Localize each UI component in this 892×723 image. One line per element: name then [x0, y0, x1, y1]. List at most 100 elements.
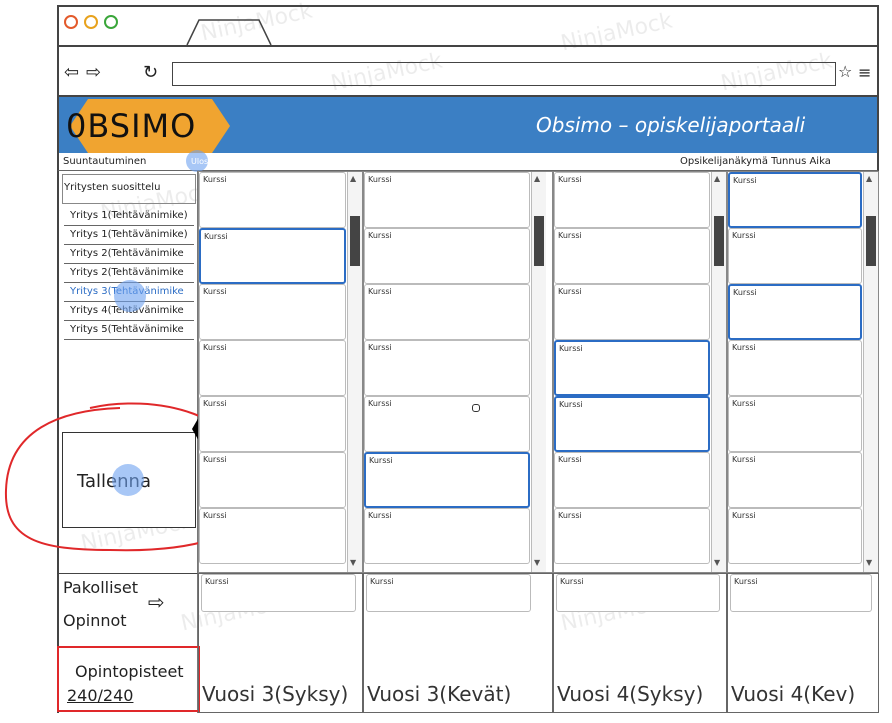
course-label: Kurssi	[558, 511, 582, 520]
scrollbar[interactable]: ▲ ▼	[531, 172, 546, 572]
browser-frame	[57, 5, 879, 45]
page-title: Obsimo – opiskelijaportaali	[536, 113, 806, 137]
course-slot[interactable]: Kurssi	[364, 340, 530, 396]
course-slot[interactable]: Kurssi	[199, 284, 346, 340]
course-slot[interactable]: Kurssi	[364, 396, 530, 452]
course-label: Kurssi	[558, 287, 582, 296]
year-label: Vuosi 4(Kev)	[731, 682, 856, 706]
course-slot[interactable]: Kurssi	[554, 508, 710, 564]
scroll-up-icon[interactable]: ▲	[714, 174, 720, 183]
scrollbar-thumb[interactable]	[350, 216, 360, 266]
course-slot[interactable]: Kurssi	[728, 284, 862, 340]
course-label: Kurssi	[203, 287, 227, 296]
scrollbar-thumb[interactable]	[866, 216, 876, 266]
recommendation-heading: Yritysten suosittelu	[64, 182, 161, 193]
course-slot[interactable]: Kurssi	[554, 284, 710, 340]
scrollbar[interactable]: ▲ ▼	[347, 172, 362, 572]
course-slot[interactable]: Kurssi	[554, 396, 710, 452]
course-label: Kurssi	[368, 175, 392, 184]
scroll-down-icon[interactable]: ▼	[350, 558, 356, 567]
credits-label: Opintopisteet	[75, 662, 184, 681]
scroll-up-icon[interactable]: ▲	[866, 174, 872, 183]
company-item[interactable]: Yritys 1(Tehtävänimike)	[64, 207, 194, 226]
course-label: Kurssi	[368, 399, 392, 408]
course-slot[interactable]: Kurssi	[199, 508, 346, 564]
company-item[interactable]: Yritys 1(Tehtävänimike)	[64, 226, 194, 245]
course-slot[interactable]: Kurssi	[199, 340, 346, 396]
course-slot[interactable]: Kurssi	[199, 228, 346, 284]
required-course-slot[interactable]: Kurssi	[556, 574, 720, 612]
course-label: Kurssi	[732, 399, 756, 408]
scroll-down-icon[interactable]: ▼	[866, 558, 872, 567]
scrollbar-thumb[interactable]	[714, 216, 724, 266]
year-label: Vuosi 3(Kevät)	[367, 682, 512, 706]
click-marker	[114, 280, 146, 312]
course-label: Kurssi	[733, 288, 757, 297]
course-slot[interactable]: Kurssi	[554, 340, 710, 396]
scroll-down-icon[interactable]: ▼	[714, 558, 720, 567]
course-slot[interactable]: Kurssi	[554, 452, 710, 508]
cursor-icon	[472, 404, 480, 412]
course-label: Kurssi	[203, 511, 227, 520]
scroll-up-icon[interactable]: ▲	[534, 174, 540, 183]
logout-link[interactable]: Ulos	[191, 157, 208, 166]
course-label: Kurssi	[204, 232, 228, 241]
company-item[interactable]: Yritys 2(Tehtävänimike	[64, 245, 194, 264]
course-label: Kurssi	[368, 287, 392, 296]
course-slot[interactable]: Kurssi	[728, 228, 862, 284]
course-slot[interactable]: Kurssi	[728, 508, 862, 564]
required-course-slot[interactable]: Kurssi	[201, 574, 356, 612]
course-slot[interactable]: Kurssi	[728, 172, 862, 228]
course-label: Kurssi	[732, 343, 756, 352]
course-slot[interactable]: Kurssi	[728, 452, 862, 508]
close-window-icon[interactable]	[64, 15, 78, 29]
course-slot[interactable]: Kurssi	[364, 452, 530, 508]
maximize-window-icon[interactable]	[104, 15, 118, 29]
course-label: Kurssi	[203, 175, 227, 184]
course-label: Kurssi	[732, 511, 756, 520]
course-label: Kurssi	[203, 343, 227, 352]
address-bar[interactable]	[172, 62, 836, 86]
reload-icon[interactable]: ↻	[143, 62, 158, 83]
scrollbar[interactable]: ▲ ▼	[863, 172, 878, 572]
scrollbar[interactable]: ▲ ▼	[711, 172, 726, 572]
course-slot[interactable]: Kurssi	[364, 172, 530, 228]
course-slot[interactable]: Kurssi	[199, 452, 346, 508]
course-label: Kurssi	[559, 344, 583, 353]
course-slot[interactable]: Kurssi	[364, 284, 530, 340]
required-course-slot[interactable]: Kurssi	[730, 574, 872, 612]
right-arrow-icon[interactable]: ⇨	[148, 590, 165, 614]
minimize-window-icon[interactable]	[84, 15, 98, 29]
course-label: Kurssi	[558, 175, 582, 184]
user-info: Opsikelijanäkymä Tunnus Aika	[680, 156, 831, 167]
year-label: Vuosi 4(Syksy)	[557, 682, 704, 706]
forward-arrow-icon[interactable]: ⇨	[86, 62, 101, 83]
company-item[interactable]: Yritys 5(Tehtävänimike	[64, 321, 194, 340]
course-slot[interactable]: Kurssi	[199, 396, 346, 452]
orientation-link[interactable]: Suuntautuminen	[63, 156, 146, 167]
credits-value: 240/240	[67, 686, 134, 705]
course-label: Kurssi	[558, 455, 582, 464]
course-slot[interactable]: Kurssi	[728, 396, 862, 452]
scroll-up-icon[interactable]: ▲	[350, 174, 356, 183]
course-label: Kurssi	[368, 511, 392, 520]
menu-icon[interactable]: ≡	[858, 63, 871, 82]
year-label: Vuosi 3(Syksy)	[202, 682, 349, 706]
course-label: Kurssi	[203, 455, 227, 464]
course-slot[interactable]: Kurssi	[554, 228, 710, 284]
scroll-down-icon[interactable]: ▼	[534, 558, 540, 567]
course-label: Kurssi	[203, 399, 227, 408]
scrollbar-thumb[interactable]	[534, 216, 544, 266]
browser-tab[interactable]	[185, 18, 275, 46]
course-label: Kurssi	[734, 577, 758, 586]
course-label: Kurssi	[368, 343, 392, 352]
bookmark-star-icon[interactable]: ☆	[838, 62, 852, 81]
course-slot[interactable]: Kurssi	[364, 508, 530, 564]
course-slot[interactable]: Kurssi	[554, 172, 710, 228]
course-slot[interactable]: Kurssi	[364, 228, 530, 284]
back-arrow-icon[interactable]: ⇦	[64, 62, 79, 83]
required-course-slot[interactable]: Kurssi	[366, 574, 531, 612]
course-slot[interactable]: Kurssi	[199, 172, 346, 228]
course-slot[interactable]: Kurssi	[728, 340, 862, 396]
course-label: Kurssi	[369, 456, 393, 465]
